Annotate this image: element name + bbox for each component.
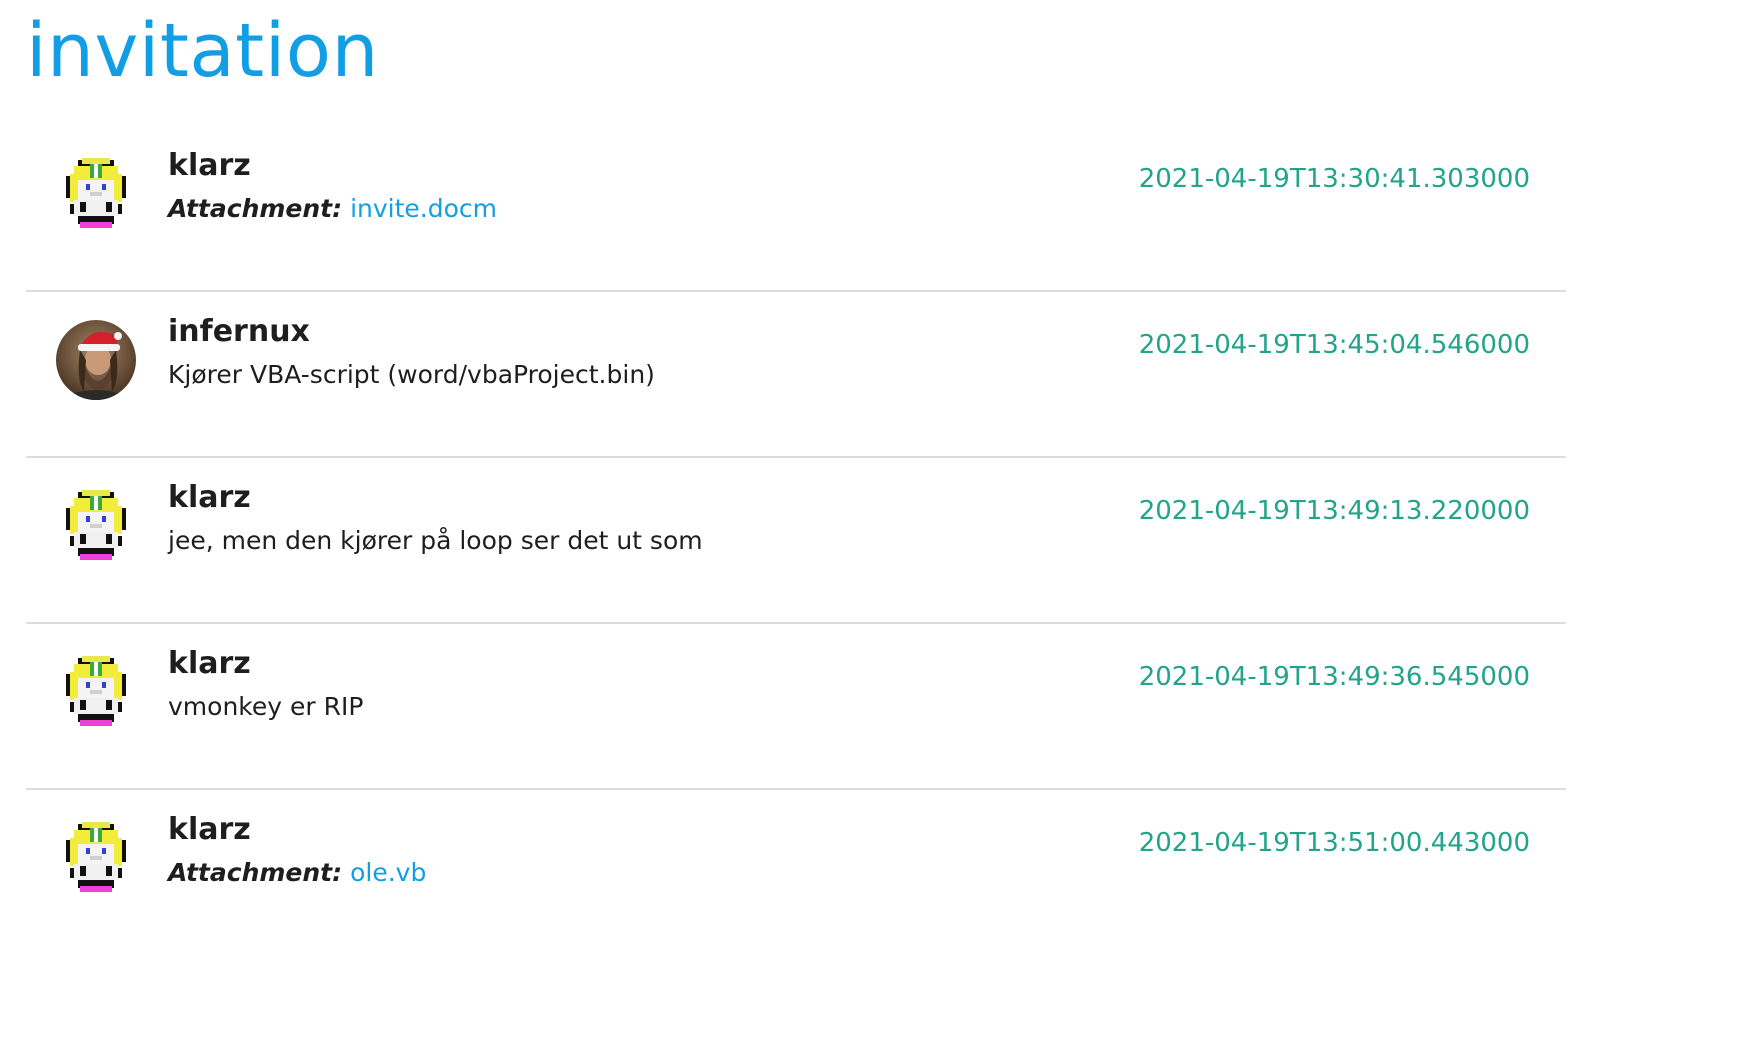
pixel-character-avatar-icon[interactable] <box>56 154 136 234</box>
message-timestamp: 2021-04-19T13:49:36.545000 <box>1138 662 1530 692</box>
message-text: jee, men den kjører på loop ser det ut s… <box>168 526 703 555</box>
message-timestamp: 2021-04-19T13:49:13.220000 <box>1138 496 1530 526</box>
message-list: klarz Attachment: invite.docm 2021-04-19… <box>26 126 1566 956</box>
attachment-link[interactable]: invite.docm <box>350 194 497 223</box>
message-timestamp: 2021-04-19T13:30:41.303000 <box>1138 164 1530 194</box>
message-timestamp: 2021-04-19T13:51:00.443000 <box>1138 828 1530 858</box>
message-author[interactable]: klarz <box>168 646 251 682</box>
attachment-label: Attachment: <box>168 858 343 887</box>
message-item: klarz Attachment: ole.vb 2021-04-19T13:5… <box>26 790 1566 956</box>
attachment-label: Attachment: <box>168 194 343 223</box>
message-author[interactable]: infernux <box>168 314 310 350</box>
message-item: klarz Attachment: invite.docm 2021-04-19… <box>26 126 1566 292</box>
message-author[interactable]: klarz <box>168 148 251 184</box>
attachment-link[interactable]: ole.vb <box>350 858 426 887</box>
message-item: klarz jee, men den kjører på loop ser de… <box>26 458 1566 624</box>
message-item: infernux Kjører VBA-script (word/vbaProj… <box>26 292 1566 458</box>
message-attachment: Attachment: invite.docm <box>168 194 497 224</box>
channel-title: invitation <box>26 8 379 94</box>
photo-avatar-santa-hat-icon[interactable] <box>56 320 136 400</box>
pixel-character-avatar-icon[interactable] <box>56 652 136 732</box>
pixel-character-avatar-icon[interactable] <box>56 818 136 898</box>
pixel-character-avatar-icon[interactable] <box>56 486 136 566</box>
message-text: vmonkey er RIP <box>168 692 364 721</box>
message-item: klarz vmonkey er RIP 2021-04-19T13:49:36… <box>26 624 1566 790</box>
message-author[interactable]: klarz <box>168 480 251 516</box>
message-attachment: Attachment: ole.vb <box>168 858 426 888</box>
message-author[interactable]: klarz <box>168 812 251 848</box>
message-timestamp: 2021-04-19T13:45:04.546000 <box>1138 330 1530 360</box>
message-text: Kjører VBA-script (word/vbaProject.bin) <box>168 360 655 389</box>
